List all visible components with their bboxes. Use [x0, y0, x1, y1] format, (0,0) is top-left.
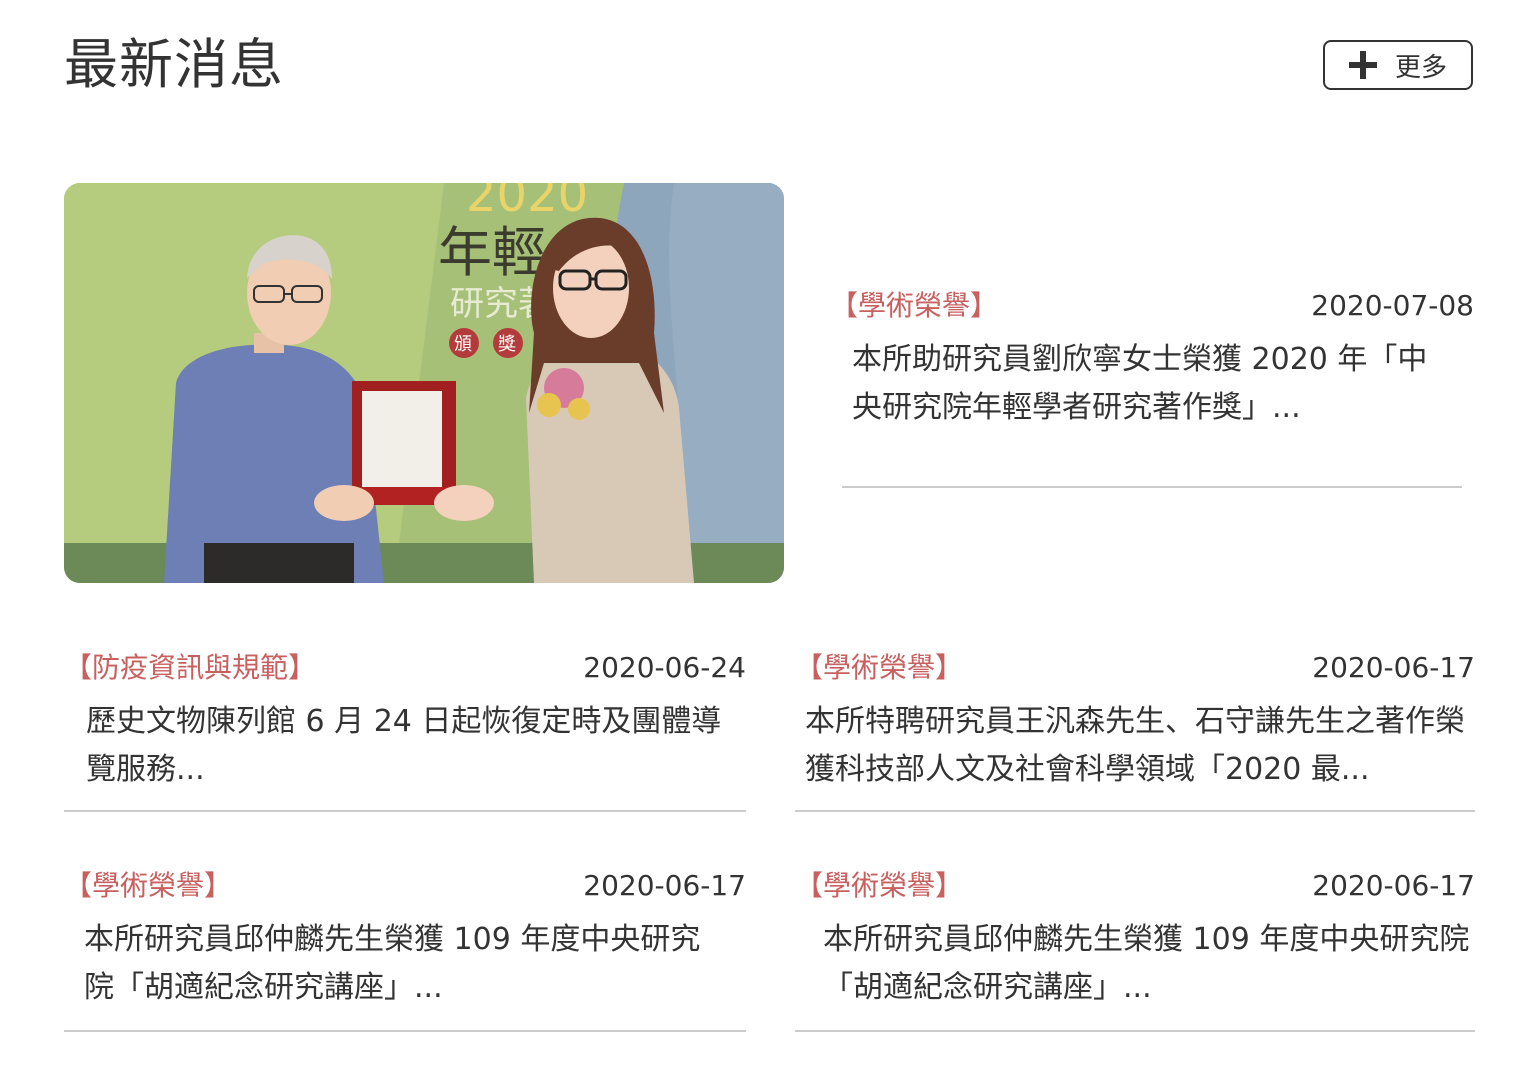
news-category: 【防疫資訊與規範】: [64, 651, 317, 684]
news-date: 2020-06-17: [583, 869, 746, 902]
news-item[interactable]: 【學術榮譽】 2020-07-08 本所助研究員劉欣寧女士榮獲 2020 年「中…: [830, 286, 1474, 488]
news-summary: 本所研究員邱仲麟先生榮獲 109 年度中央研究院「胡適紀念研究講座」...: [84, 922, 701, 1005]
news-date: 2020-06-17: [1312, 651, 1475, 684]
news-category: 【學術榮譽】: [795, 651, 964, 684]
divider: [64, 1030, 746, 1032]
news-summary: 本所研究員邱仲麟先生榮獲 109 年度中央研究院「胡適紀念研究講座」...: [823, 922, 1470, 1005]
section-title: 最新消息: [64, 33, 284, 96]
news-item[interactable]: 【學術榮譽】 2020-06-17 本所特聘研究員王汎森先生、石守謙先生之著作榮…: [795, 648, 1475, 812]
divider: [795, 1030, 1475, 1032]
news-category: 【學術榮譽】: [64, 869, 233, 902]
news-summary: 本所助研究員劉欣寧女士榮獲 2020 年「中央研究院年輕學者研究著作獎」...: [852, 342, 1428, 425]
news-date: 2020-06-24: [583, 651, 746, 684]
plus-icon: [1348, 51, 1377, 79]
news-date: 2020-07-08: [1311, 289, 1474, 322]
divider: [64, 810, 746, 812]
news-category: 【學術榮譽】: [830, 289, 999, 322]
news-item[interactable]: 【防疫資訊與規範】 2020-06-24 歷史文物陳列館 6 月 24 日起恢復…: [64, 648, 746, 812]
divider: [795, 810, 1475, 812]
news-summary: 歷史文物陳列館 6 月 24 日起恢復定時及團體導覽服務...: [86, 704, 722, 787]
news-item[interactable]: 【學術榮譽】 2020-06-17 本所研究員邱仲麟先生榮獲 109 年度中央研…: [64, 866, 746, 1032]
more-button-label: 更多: [1394, 52, 1447, 83]
news-category: 【學術榮譽】: [795, 869, 964, 902]
news-item[interactable]: 【學術榮譽】 2020-06-17 本所研究員邱仲麟先生榮獲 109 年度中央研…: [795, 866, 1475, 1032]
news-date: 2020-06-17: [1312, 869, 1475, 902]
more-button[interactable]: 更多: [1323, 40, 1473, 90]
featured-news-photo[interactable]: 2020 年輕 研究著 頒 獎: [64, 183, 784, 583]
news-summary: 本所特聘研究員王汎森先生、石守謙先生之著作榮獲科技部人文及社會科學領域「2020…: [805, 704, 1465, 787]
banner-seal-1: 頒: [454, 334, 472, 355]
banner-seal-2: 獎: [498, 334, 516, 355]
banner-text: 年輕: [438, 221, 546, 284]
banner-year: 2020: [466, 183, 588, 223]
divider: [842, 486, 1462, 488]
